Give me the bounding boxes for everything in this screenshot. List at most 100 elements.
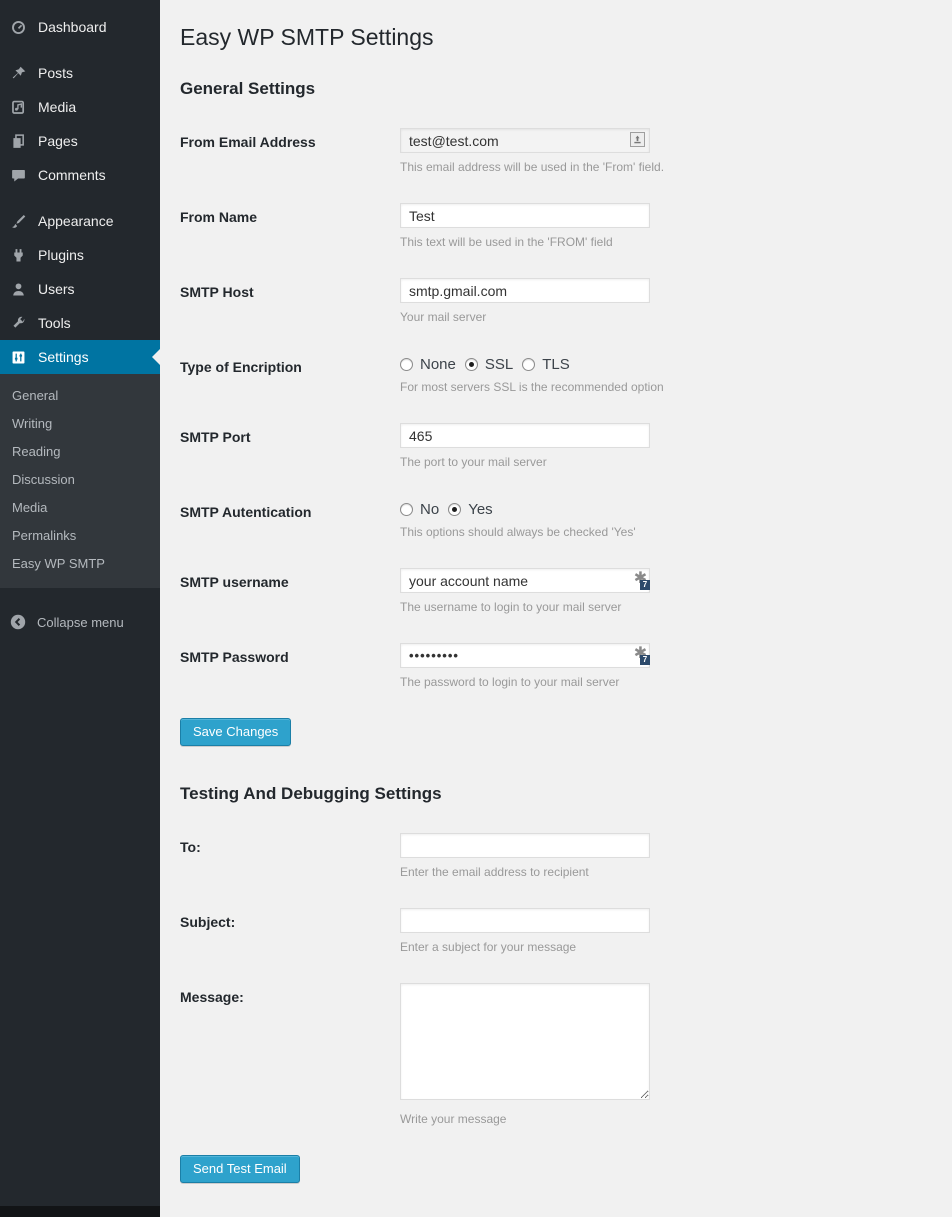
smtp-password-input[interactable] [400,643,650,668]
to-row: To: Enter the email address to recipient [180,833,932,879]
settings-submenu: General Writing Reading Discussion Media… [0,374,160,588]
radio-label: Yes [468,501,492,518]
sidebar-item-label: Pages [38,131,78,151]
message-help: Write your message [400,1112,932,1126]
message-row: Message: Write your message [180,983,932,1126]
from-name-label: From Name [180,203,400,249]
password-manager-icon[interactable]: ✱ 7 [631,570,650,590]
sidebar-item-label: Media [38,97,76,117]
sidebar-item-label: Users [38,279,75,299]
password-manager-badge: 7 [640,655,650,665]
sidebar-item-users[interactable]: Users [0,272,160,306]
smtp-username-input[interactable] [400,568,650,593]
smtp-username-label: SMTP username [180,568,400,614]
smtp-host-label: SMTP Host [180,278,400,324]
smtp-username-help: The username to login to your mail serve… [400,600,932,614]
sidebar-item-label: Tools [38,313,71,333]
submenu-item-writing[interactable]: Writing [0,410,160,438]
password-manager-icon[interactable]: ✱ 7 [631,645,650,665]
sidebar-item-label: Settings [38,347,89,367]
from-name-help: This text will be used in the 'FROM' fie… [400,235,932,249]
smtp-host-row: SMTP Host Your mail server [180,278,932,324]
appearance-brush-icon [8,211,28,231]
radio-label: SSL [485,356,513,373]
subject-input[interactable] [400,908,650,933]
subject-help: Enter a subject for your message [400,940,932,954]
auth-radio-no[interactable] [400,503,413,516]
auth-help: This options should always be checked 'Y… [400,525,932,539]
sidebar-item-media[interactable]: Media [0,90,160,124]
collapse-arrow-icon [8,612,28,632]
admin-sidebar: Dashboard Posts Media Pages Commen [0,0,160,1217]
sidebar-item-dashboard[interactable]: Dashboard [0,10,160,44]
from-email-input[interactable] [400,128,650,153]
auth-option-no[interactable]: No [400,501,439,518]
main-content: Easy WP SMTP Settings General Settings F… [160,0,952,1217]
testing-settings-heading: Testing And Debugging Settings [180,784,932,804]
smtp-port-help: The port to your mail server [400,455,932,469]
to-help: Enter the email address to recipient [400,865,932,879]
smtp-password-label: SMTP Password [180,643,400,689]
testing-settings-form: To: Enter the email address to recipient… [180,833,932,1183]
comments-icon [8,165,28,185]
message-textarea[interactable] [400,983,650,1100]
smtp-password-help: The password to login to your mail serve… [400,675,932,689]
to-input[interactable] [400,833,650,858]
encryption-radio-none[interactable] [400,358,413,371]
sidebar-item-appearance[interactable]: Appearance [0,204,160,238]
encryption-radio-tls[interactable] [522,358,535,371]
menu-separator [0,44,160,56]
smtp-password-row: SMTP Password ✱ 7 The password to login … [180,643,932,689]
pushpin-icon [8,63,28,83]
smtp-port-label: SMTP Port [180,423,400,469]
encryption-option-none[interactable]: None [400,356,456,373]
autofill-contact-icon[interactable] [630,132,645,147]
encryption-option-tls[interactable]: TLS [522,356,570,373]
smtp-host-help: Your mail server [400,310,932,324]
submenu-item-easy-wp-smtp[interactable]: Easy WP SMTP [0,550,160,578]
encryption-option-ssl[interactable]: SSL [465,356,513,373]
send-test-email-button[interactable]: Send Test Email [180,1155,300,1183]
auth-radio-yes[interactable] [448,503,461,516]
plugin-icon [8,245,28,265]
general-settings-heading: General Settings [180,79,932,99]
submenu-item-reading[interactable]: Reading [0,438,160,466]
submenu-item-discussion[interactable]: Discussion [0,466,160,494]
smtp-port-input[interactable] [400,423,650,448]
dashboard-icon [8,17,28,37]
auth-option-yes[interactable]: Yes [448,501,492,518]
sidebar-item-label: Plugins [38,245,84,265]
sidebar-item-posts[interactable]: Posts [0,56,160,90]
radio-label: TLS [542,356,570,373]
smtp-host-input[interactable] [400,278,650,303]
sidebar-item-settings[interactable]: Settings [0,340,160,374]
sidebar-item-pages[interactable]: Pages [0,124,160,158]
from-email-row: From Email Address This email address wi… [180,128,932,174]
sidebar-item-label: Comments [38,165,106,185]
sidebar-item-tools[interactable]: Tools [0,306,160,340]
submenu-item-general[interactable]: General [0,382,160,410]
submenu-item-media[interactable]: Media [0,494,160,522]
encryption-label: Type of Encription [180,353,400,394]
collapse-menu-button[interactable]: Collapse menu [0,604,160,640]
settings-sliders-icon [8,347,28,367]
encryption-help: For most servers SSL is the recommended … [400,380,932,394]
encryption-row: Type of Encription None SSL [180,353,932,394]
from-name-row: From Name This text will be used in the … [180,203,932,249]
password-manager-badge: 7 [640,580,650,590]
menu-separator [0,192,160,204]
encryption-radio-ssl[interactable] [465,358,478,371]
message-label: Message: [180,983,400,1126]
sidebar-item-comments[interactable]: Comments [0,158,160,192]
subject-label: Subject: [180,908,400,954]
sidebar-item-plugins[interactable]: Plugins [0,238,160,272]
save-changes-button[interactable]: Save Changes [180,718,291,746]
subject-row: Subject: Enter a subject for your messag… [180,908,932,954]
sidebar-item-label: Appearance [38,211,114,231]
user-icon [8,279,28,299]
from-email-help: This email address will be used in the '… [400,160,932,174]
submenu-item-permalinks[interactable]: Permalinks [0,522,160,550]
from-name-input[interactable] [400,203,650,228]
from-email-label: From Email Address [180,128,400,174]
smtp-port-row: SMTP Port The port to your mail server [180,423,932,469]
